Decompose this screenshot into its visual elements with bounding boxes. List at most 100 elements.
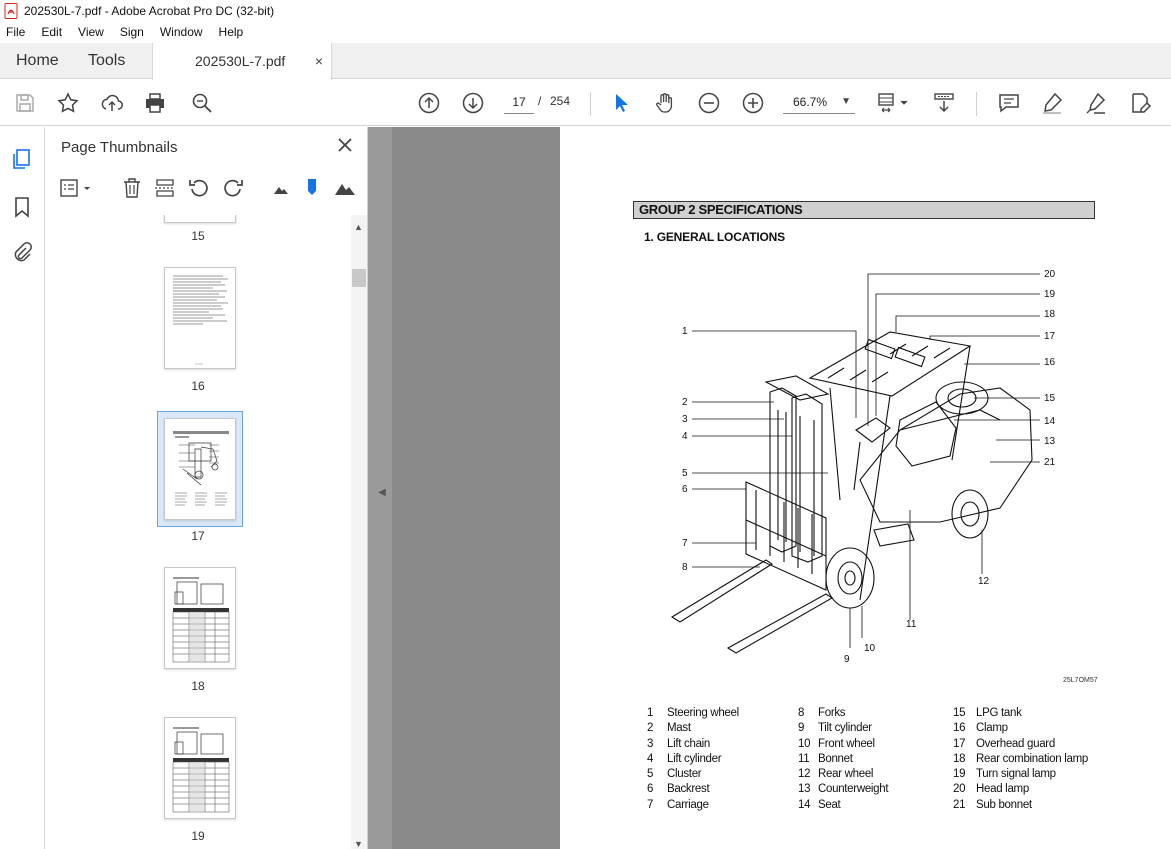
legend-name: Cluster xyxy=(667,768,702,781)
thumbnail-list[interactable]: 15 16 17 18 19 xyxy=(45,215,351,849)
panel-title: Page Thumbnails xyxy=(61,139,178,156)
save-icon[interactable] xyxy=(13,91,37,115)
page-thumbnail[interactable] xyxy=(164,717,236,819)
scroll-mode-icon[interactable] xyxy=(932,91,956,115)
scroll-down-icon[interactable]: ▼ xyxy=(354,839,363,849)
draw-sign-icon[interactable] xyxy=(1084,91,1108,115)
callout-label: 14 xyxy=(1044,416,1056,427)
tab-document[interactable]: 202530L-7.pdf × xyxy=(152,43,332,80)
share-upload-icon[interactable] xyxy=(100,91,124,115)
legend-item: 15 LPG tank xyxy=(953,706,1088,721)
legend-item: 2 Mast xyxy=(647,721,739,736)
extract-pages-icon[interactable] xyxy=(154,177,176,199)
enlarge-thumbnails-icon[interactable] xyxy=(334,177,356,199)
main-toolbar: 17 / 254 66.7% ▼ xyxy=(0,80,1171,126)
rear-wheel xyxy=(951,489,989,539)
legend-name: Steering wheel xyxy=(667,707,739,719)
page-marker-icon[interactable] xyxy=(301,177,323,199)
tab-home[interactable]: Home xyxy=(16,43,59,79)
previous-page-icon[interactable] xyxy=(417,91,441,115)
comment-icon[interactable] xyxy=(997,91,1021,115)
close-icon[interactable] xyxy=(335,135,355,155)
legend-name: Seat xyxy=(818,798,841,811)
counterweight xyxy=(859,387,1033,523)
zoom-out-icon[interactable] xyxy=(697,91,721,115)
fit-page-icon[interactable] xyxy=(876,91,910,115)
callout-label: 17 xyxy=(1044,331,1056,342)
navigation-pane-strip xyxy=(0,127,45,849)
legend-item: 18 Rear combination lamp xyxy=(953,752,1088,767)
bookmark-star-icon[interactable] xyxy=(56,91,80,115)
legend-name: Turn signal lamp xyxy=(976,768,1056,781)
callout-label: 3 xyxy=(682,414,688,425)
legend-item: 5 Cluster xyxy=(647,767,739,782)
legend-item: 6 Backrest xyxy=(647,782,739,797)
menu-edit[interactable]: Edit xyxy=(39,25,64,39)
rotate-counterclockwise-icon[interactable] xyxy=(188,177,210,199)
scroll-up-icon[interactable]: ▲ xyxy=(354,222,363,232)
zoom-search-icon[interactable] xyxy=(190,91,214,115)
legend-number: 21 xyxy=(953,798,966,811)
group-heading: GROUP 2 SPECIFICATIONS xyxy=(633,201,1095,219)
legend-number: 6 xyxy=(647,783,654,796)
bookmarks-icon[interactable] xyxy=(10,195,34,219)
tab-tools[interactable]: Tools xyxy=(88,43,125,79)
legend-item: 9 Tilt cylinder xyxy=(798,721,888,736)
toolbar-divider xyxy=(590,92,591,116)
zoom-level-select[interactable]: 66.7% ▼ xyxy=(783,90,855,114)
callout-label: 5 xyxy=(682,468,688,479)
legend-number: 1 xyxy=(647,707,654,719)
highlight-pen-icon[interactable] xyxy=(1040,91,1064,115)
legend-name: Lift cylinder xyxy=(667,752,722,765)
menu-help[interactable]: Help xyxy=(217,25,246,39)
legend-number: 8 xyxy=(798,707,805,719)
legend-number: 17 xyxy=(953,737,966,750)
legend-number: 12 xyxy=(798,768,811,781)
callout-label: 18 xyxy=(1044,309,1056,320)
rotate-clockwise-icon[interactable] xyxy=(222,177,244,199)
thumbnail-options-icon[interactable] xyxy=(59,177,95,199)
tab-close-icon[interactable]: × xyxy=(315,53,323,69)
page-thumbnail[interactable] xyxy=(164,567,236,669)
callout-label: 6 xyxy=(682,484,688,495)
select-cursor-icon[interactable] xyxy=(609,91,633,115)
legend-number: 18 xyxy=(953,752,966,765)
page-number-input[interactable]: 17 xyxy=(504,90,534,114)
forklift-diagram: 1 2 3 4 5 6 7 8 9 10 11 12 13 14 15 16 1… xyxy=(670,269,1056,665)
legend-item: 20 Head lamp xyxy=(953,782,1088,797)
menu-sign[interactable]: Sign xyxy=(118,25,146,39)
delete-pages-icon[interactable] xyxy=(121,177,143,199)
page-thumbnail[interactable] xyxy=(164,215,236,223)
shrink-thumbnails-icon[interactable] xyxy=(270,177,292,199)
menu-window[interactable]: Window xyxy=(158,25,205,39)
page-separator: / xyxy=(538,94,542,108)
menu-file[interactable]: File xyxy=(4,25,27,39)
legend-number: 19 xyxy=(953,768,966,781)
legend-number: 4 xyxy=(647,752,654,765)
callout-label: 11 xyxy=(906,619,917,630)
window-title: 202530L-7.pdf - Adobe Acrobat Pro DC (32… xyxy=(24,4,275,18)
page-thumbnail-selected[interactable] xyxy=(164,418,236,520)
legend-item: 3 Lift chain xyxy=(647,737,739,752)
thumbnail-scrollbar[interactable] xyxy=(351,215,367,849)
zoom-in-icon[interactable] xyxy=(741,91,765,115)
fork-right xyxy=(726,593,834,654)
page-total: 254 xyxy=(550,94,571,108)
legend-name: Head lamp xyxy=(976,783,1029,796)
next-page-icon[interactable] xyxy=(461,91,485,115)
page-thumbnail[interactable] xyxy=(164,267,236,369)
edit-pdf-icon[interactable] xyxy=(1128,91,1152,115)
thumbnail-page-label: 19 xyxy=(191,829,205,843)
page-thumbnails-icon[interactable] xyxy=(10,147,34,171)
thumbnail-scrollbar-thumb[interactable] xyxy=(352,269,366,287)
attachments-icon[interactable] xyxy=(10,241,34,265)
callout-label: 21 xyxy=(1044,457,1056,468)
legend-item: 7 Carriage xyxy=(647,798,739,813)
hand-tool-icon[interactable] xyxy=(653,91,677,115)
print-icon[interactable] xyxy=(143,91,167,115)
collapse-panel-icon[interactable]: ◀ xyxy=(372,478,392,508)
legend-name: Rear wheel xyxy=(818,768,874,781)
legend-number: 9 xyxy=(798,722,805,735)
callout-label: 16 xyxy=(1044,357,1056,368)
menu-view[interactable]: View xyxy=(76,25,106,39)
